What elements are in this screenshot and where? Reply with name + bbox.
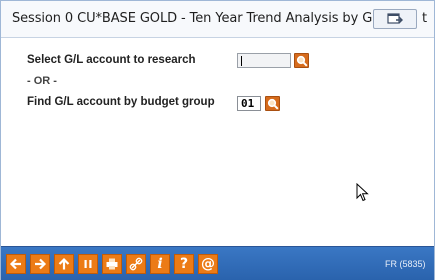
arrow-right-icon: [35, 258, 47, 270]
gl-account-lookup-button[interactable]: [294, 53, 309, 68]
budget-group-lookup-button[interactable]: [265, 96, 280, 111]
budget-group-label: Find G/L account by budget group: [27, 96, 215, 108]
info-button[interactable]: i: [150, 254, 170, 274]
window-title: Session 0 CU*BASE GOLD - Ten Year Trend …: [12, 11, 393, 26]
title-window-button[interactable]: [373, 9, 417, 29]
printer-icon: [106, 258, 118, 270]
link-button[interactable]: [126, 254, 146, 274]
link-icon: [129, 257, 143, 271]
window-title-tail: t: [422, 11, 428, 26]
forward-button[interactable]: [30, 254, 50, 274]
pause-button[interactable]: [78, 254, 98, 274]
screen-code: FR (5835): [385, 259, 426, 269]
help-button[interactable]: ?: [174, 254, 194, 274]
up-button[interactable]: [54, 254, 74, 274]
pause-icon: [84, 260, 92, 268]
app-window: Session 0 CU*BASE GOLD - Ten Year Trend …: [0, 0, 435, 280]
text-caret: [241, 56, 242, 66]
bottom-toolbar: i ? @ FR (5835): [1, 246, 434, 280]
mouse-pointer-icon: [356, 183, 369, 202]
print-button[interactable]: [102, 254, 122, 274]
magnifier-icon: [267, 98, 279, 110]
select-gl-label: Select G/L account to research: [27, 54, 196, 66]
magnifier-icon: [296, 55, 308, 67]
email-button[interactable]: @: [198, 254, 218, 274]
or-separator: - OR -: [27, 75, 57, 87]
arrow-left-icon: [9, 258, 21, 270]
title-bar: Session 0 CU*BASE GOLD - Ten Year Trend …: [1, 1, 434, 38]
gl-account-input[interactable]: [237, 53, 291, 68]
budget-group-input[interactable]: 01: [237, 96, 261, 111]
back-button[interactable]: [6, 254, 26, 274]
arrow-up-icon: [58, 257, 70, 270]
window-icon: [387, 13, 403, 24]
